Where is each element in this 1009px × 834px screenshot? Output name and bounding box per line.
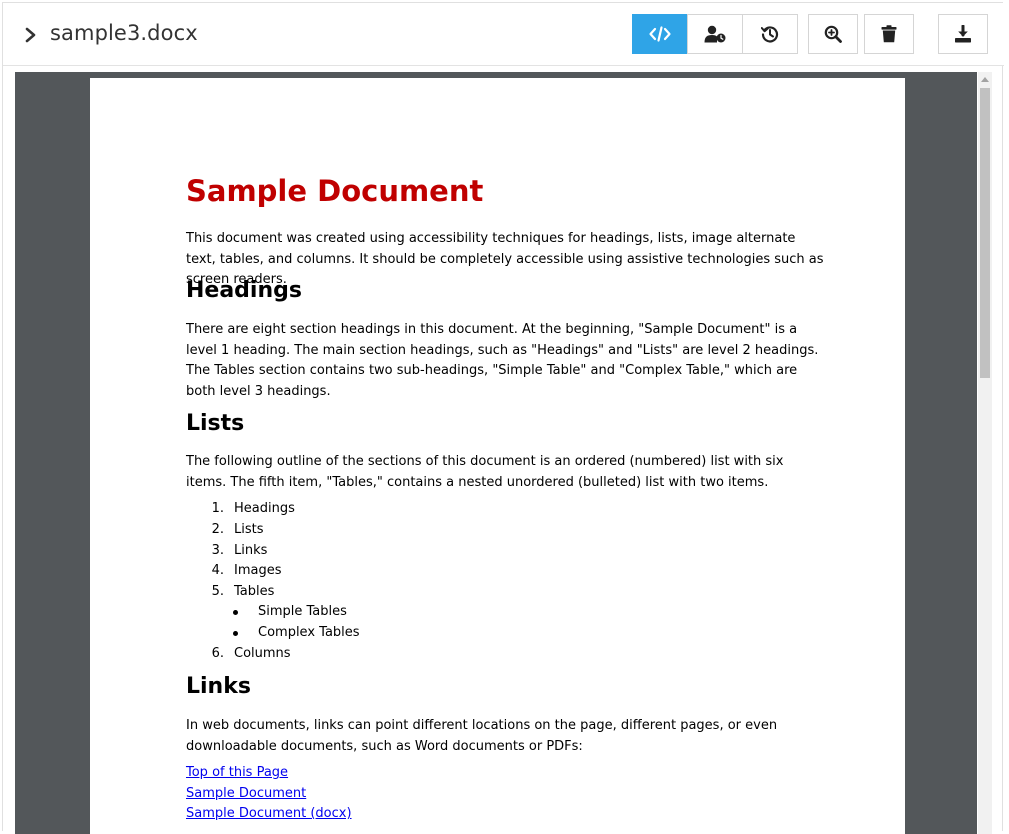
link-sample-document[interactable]: Sample Document bbox=[186, 786, 306, 801]
document-page: Sample Document This document was create… bbox=[90, 78, 905, 834]
lists-paragraph: The following outline of the sections of… bbox=[186, 454, 784, 490]
document-preview-panel: sample3.docx Sample Document This docume… bbox=[2, 2, 1004, 834]
document-title: Sample Document bbox=[186, 174, 484, 208]
history-button[interactable] bbox=[742, 14, 798, 54]
history-icon bbox=[761, 26, 779, 43]
links-heading: Links bbox=[186, 674, 251, 699]
user-clock-icon bbox=[704, 25, 726, 43]
code-icon bbox=[649, 26, 671, 42]
user-activity-button[interactable] bbox=[687, 14, 743, 54]
links-paragraph: In web documents, links can point differ… bbox=[186, 718, 778, 754]
scroll-up-arrow-icon[interactable] bbox=[981, 77, 989, 82]
zoom-button[interactable] bbox=[808, 14, 858, 54]
download-icon bbox=[955, 25, 971, 43]
chevron-right-icon[interactable] bbox=[23, 25, 39, 45]
view-source-button[interactable] bbox=[632, 14, 688, 54]
trash-icon bbox=[881, 25, 897, 43]
zoom-in-icon bbox=[824, 25, 842, 43]
scrollbar-thumb[interactable] bbox=[980, 88, 990, 378]
file-name: sample3.docx bbox=[50, 21, 198, 45]
bullet-icon bbox=[233, 610, 238, 615]
headings-paragraph: There are eight section headings in this… bbox=[186, 322, 819, 400]
link-sample-document-docx[interactable]: Sample Document (docx) bbox=[186, 806, 352, 821]
lists-heading: Lists bbox=[186, 411, 245, 436]
headings-heading: Headings bbox=[186, 278, 302, 303]
delete-button[interactable] bbox=[864, 14, 914, 54]
document-viewer[interactable]: Sample Document This document was create… bbox=[15, 72, 977, 834]
vertical-scrollbar[interactable] bbox=[978, 72, 992, 834]
preview-header: sample3.docx bbox=[3, 3, 1004, 66]
bullet-icon bbox=[233, 631, 238, 636]
download-button[interactable] bbox=[938, 14, 988, 54]
link-top-of-page[interactable]: Top of this Page bbox=[186, 765, 288, 780]
